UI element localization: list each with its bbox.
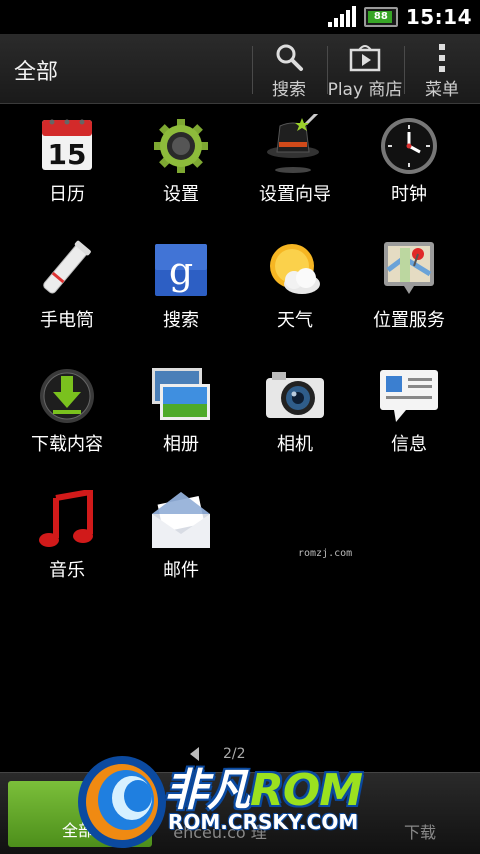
- app-downloads[interactable]: 下载内容: [10, 364, 124, 484]
- logo-title-rom: ROM: [250, 765, 363, 816]
- app-label: 手电筒: [40, 310, 94, 331]
- logo-url: ROM.CRSKY.COM: [168, 810, 359, 834]
- play-store-icon: [349, 45, 381, 72]
- magic-hat-icon: [267, 114, 319, 173]
- search-icon: [276, 44, 303, 71]
- app-music[interactable]: 音乐: [10, 490, 124, 610]
- app-label: 音乐: [49, 560, 85, 581]
- app-settings[interactable]: 设置: [124, 114, 238, 234]
- app-label: 天气: [277, 310, 313, 331]
- app-label: 设置向导: [259, 184, 331, 205]
- watermark-text: romzj.com: [298, 548, 353, 559]
- battery-level: 88: [373, 11, 388, 22]
- status-bar: 88 15:14: [0, 0, 480, 34]
- flashlight-icon: [43, 240, 91, 294]
- search-glyph: g: [169, 249, 193, 293]
- app-weather[interactable]: 天气: [238, 240, 352, 360]
- app-label: 下载内容: [31, 434, 103, 455]
- play-store-label: Play 商店: [327, 80, 403, 100]
- app-search[interactable]: g 搜索: [124, 240, 238, 360]
- mail-icon: [152, 492, 210, 548]
- gallery-icon: [152, 368, 210, 420]
- app-label: 邮件: [163, 560, 199, 581]
- camera-icon: [266, 372, 324, 418]
- signal-icon: [327, 6, 356, 27]
- app-label: 相册: [163, 434, 199, 455]
- app-calendar[interactable]: 15 日历: [10, 114, 124, 234]
- app-label: 设置: [163, 184, 199, 205]
- app-camera[interactable]: 相机: [238, 364, 352, 484]
- app-flashlight[interactable]: 手电筒: [10, 240, 124, 360]
- messages-icon: [380, 370, 438, 422]
- menu-button[interactable]: 菜单: [404, 34, 480, 104]
- app-label: 搜索: [163, 310, 199, 331]
- app-label: 信息: [391, 434, 427, 455]
- app-clock[interactable]: 时钟: [352, 114, 466, 234]
- clock-time: 15:14: [405, 5, 472, 29]
- google-search-icon: g: [155, 244, 207, 296]
- page-title[interactable]: 全部: [14, 54, 58, 86]
- calendar-day: 15: [48, 138, 87, 171]
- app-label: 相机: [277, 434, 313, 455]
- play-store-button[interactable]: Play 商店: [327, 34, 403, 104]
- menu-label: 菜单: [425, 80, 459, 100]
- weather-icon: [270, 244, 320, 294]
- app-label: 时钟: [391, 184, 427, 205]
- music-icon: [39, 490, 93, 547]
- logo-title-cn: 非凡: [164, 765, 251, 816]
- logo-title: 非凡ROM: [164, 754, 363, 818]
- action-bar: 全部 搜索 Play 商店 菜单: [0, 34, 480, 104]
- location-map-icon: [384, 242, 434, 294]
- app-location[interactable]: 位置服务: [352, 240, 466, 360]
- gear-icon: [154, 119, 208, 173]
- app-gallery[interactable]: 相册: [124, 364, 238, 484]
- app-setup-wizard[interactable]: 设置向导: [238, 114, 352, 234]
- download-icon: [40, 369, 94, 423]
- search-label: 搜索: [272, 80, 306, 100]
- site-logo: 非凡ROM ROM.CRSKY.COM: [72, 740, 412, 853]
- overflow-menu-icon: [439, 44, 445, 72]
- app-messages[interactable]: 信息: [352, 364, 466, 484]
- app-label: 位置服务: [373, 310, 445, 331]
- battery-icon: 88: [363, 7, 398, 27]
- app-mail[interactable]: 邮件: [124, 490, 238, 610]
- app-label: 日历: [49, 184, 85, 205]
- clock-icon: [381, 118, 437, 174]
- search-button[interactable]: 搜索: [252, 34, 326, 104]
- calendar-icon: 15: [42, 119, 92, 171]
